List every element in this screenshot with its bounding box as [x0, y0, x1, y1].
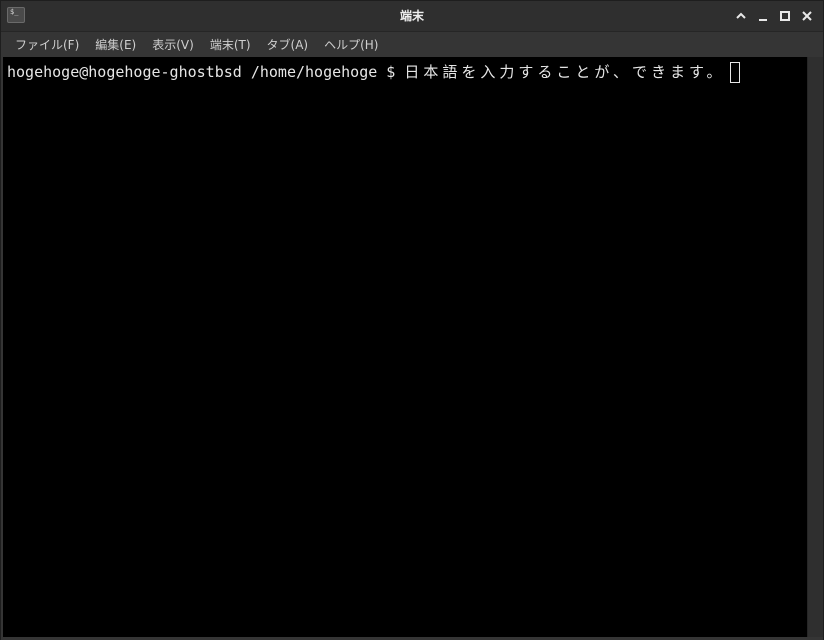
- close-icon: [802, 11, 812, 21]
- shell-prompt: hogehoge@hogehoge-ghostbsd /home/hogehog…: [7, 63, 405, 81]
- menu-help[interactable]: ヘルプ(H): [317, 33, 385, 56]
- menu-bar: ファイル(F) 編集(E) 表示(V) 端末(T) タブ(A) ヘルプ(H): [1, 32, 823, 56]
- minimize-icon: [759, 19, 767, 21]
- text-cursor: [729, 61, 740, 83]
- terminal-area[interactable]: hogehoge@hogehoge-ghostbsd /home/hogehog…: [3, 57, 807, 637]
- title-bar[interactable]: $_ 端末: [1, 1, 823, 32]
- maximize-button[interactable]: [775, 6, 795, 26]
- menu-view[interactable]: 表示(V): [145, 33, 201, 56]
- window-title: 端末: [399, 9, 424, 23]
- close-button[interactable]: [797, 6, 817, 26]
- typed-input: 日本語を入力することが、できます。: [404, 63, 726, 81]
- menu-tabs[interactable]: タブ(A): [260, 33, 316, 56]
- window-controls: [731, 6, 817, 26]
- terminal-line: hogehoge@hogehoge-ghostbsd /home/hogehog…: [7, 61, 740, 83]
- maximize-icon: [780, 11, 790, 21]
- menu-file[interactable]: ファイル(F): [8, 33, 86, 56]
- chevron-up-icon: [736, 12, 746, 19]
- menu-terminal[interactable]: 端末(T): [203, 33, 258, 56]
- menu-edit[interactable]: 編集(E): [88, 33, 143, 56]
- shade-button[interactable]: [731, 6, 751, 26]
- terminal-window: $_ 端末 ファイル(F) 編集(E) 表示(V) 端末(T) タブ(A) ヘル…: [0, 0, 824, 640]
- minimize-button[interactable]: [753, 6, 773, 26]
- vertical-scrollbar[interactable]: [807, 57, 823, 637]
